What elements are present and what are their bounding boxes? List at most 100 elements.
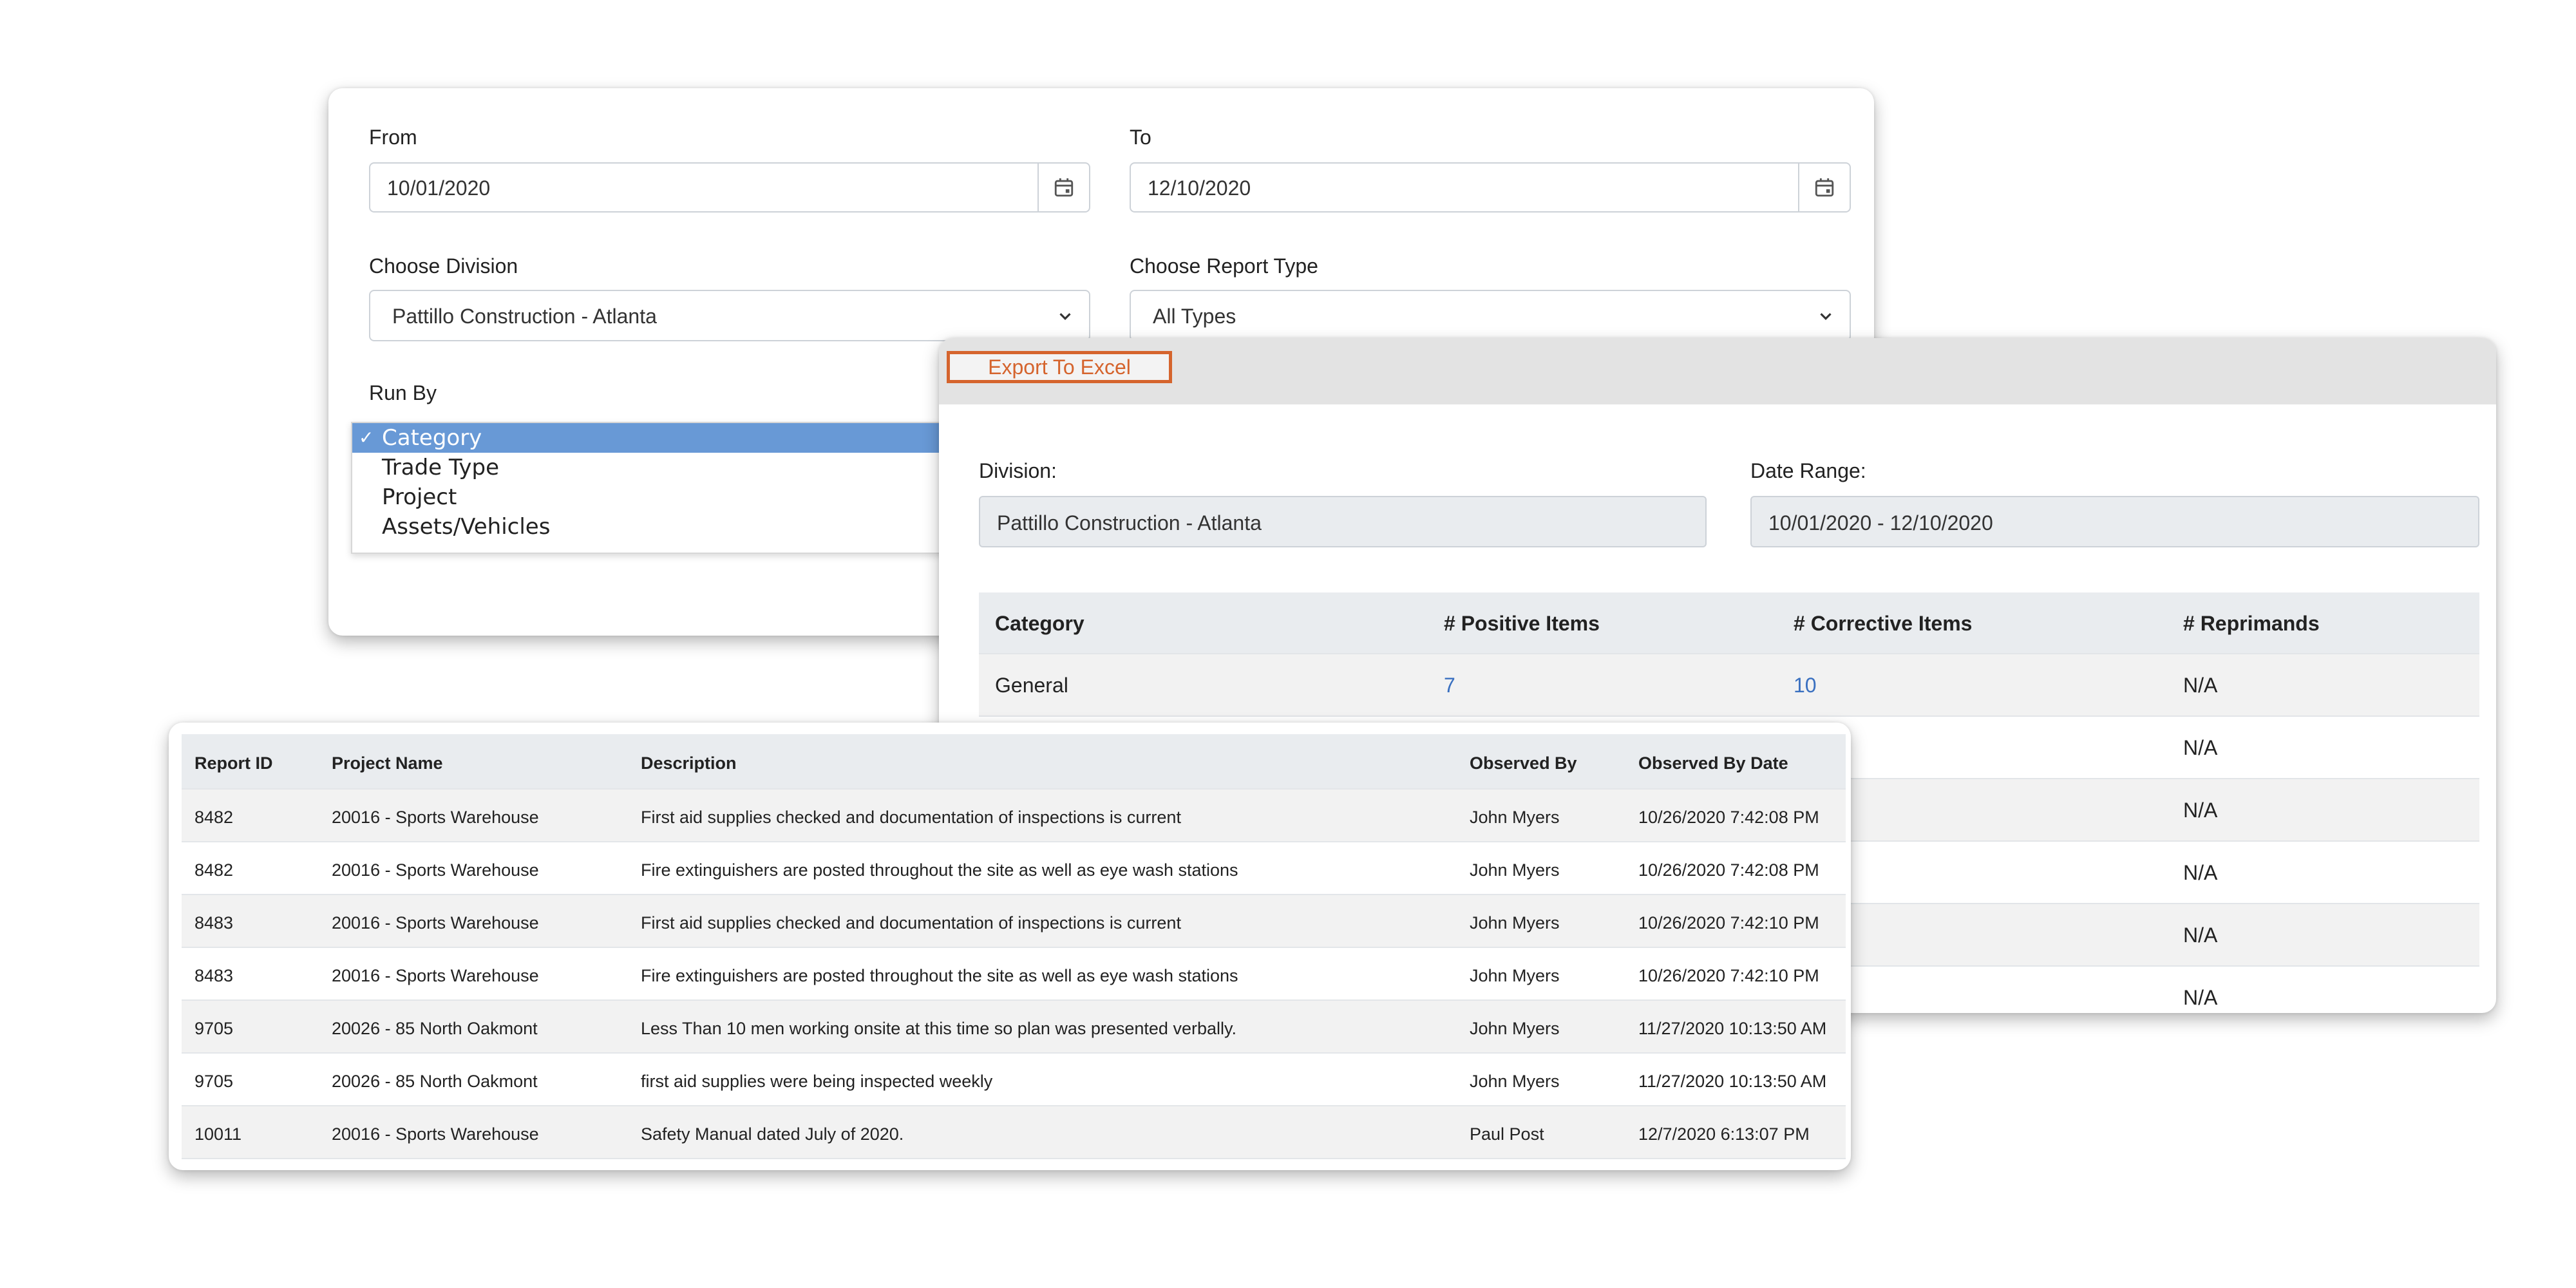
project-name-cell: 20016 - Sports Warehouse	[332, 966, 539, 985]
report-id-link[interactable]: 8483	[194, 913, 233, 933]
description-cell: first aid supplies were being inspected …	[641, 1072, 993, 1091]
observed-date-cell: 10/26/2020 7:42:10 PM	[1638, 966, 1819, 985]
description-cell: Fire extinguishers are posted throughout…	[641, 966, 1238, 985]
table-row: 8483 20016 - Sports Warehouse First aid …	[182, 895, 1846, 948]
description-cell: First aid supplies checked and documenta…	[641, 913, 1181, 933]
report-id-link[interactable]: 9705	[194, 1019, 233, 1039]
reprimands-cell: N/A	[2183, 986, 2218, 1009]
export-to-excel-button[interactable]: Export To Excel	[947, 351, 1172, 383]
table-row: 9705 20026 - 85 North Oakmont Less Than …	[182, 1001, 1846, 1054]
division-label: Choose Division	[369, 254, 518, 278]
calendar-icon	[1815, 178, 1834, 197]
corrective-items-link[interactable]: 10	[1794, 674, 1817, 697]
option-label: Assets/Vehicles	[382, 514, 551, 540]
chevron-down-icon	[1820, 313, 1832, 320]
observed-date-cell: 11/27/2020 10:13:50 AM	[1638, 1072, 1827, 1091]
observed-date-cell: 11/27/2020 10:13:50 AM	[1638, 1019, 1827, 1038]
observed-by-cell: Paul Post	[1470, 1124, 1544, 1144]
project-name-cell: 20026 - 85 North Oakmont	[332, 1019, 538, 1038]
column-header: Observed By Date	[1638, 753, 1788, 773]
project-name-cell: 20016 - Sports Warehouse	[332, 860, 539, 880]
report-id-link[interactable]: 9705	[194, 1072, 233, 1092]
table-row: 8482 20016 - Sports Warehouse First aid …	[182, 790, 1846, 842]
category-cell: General	[995, 674, 1068, 697]
report-id-link[interactable]: 8482	[194, 860, 233, 880]
positive-items-link[interactable]: 7	[1444, 674, 1455, 697]
option-label: Project	[382, 484, 457, 510]
run-by-option-trade-type[interactable]: Trade Type	[352, 453, 994, 482]
column-header: Project Name	[332, 753, 443, 773]
observed-by-cell: John Myers	[1470, 966, 1560, 985]
observation-detail-panel: Report ID Project Name Description Obser…	[169, 723, 1851, 1170]
from-date-value: 10/01/2020	[387, 176, 491, 200]
summary-division-label: Division:	[979, 459, 1057, 482]
observation-detail-table: Report ID Project Name Description Obser…	[182, 734, 1846, 1159]
summary-division-value: Pattillo Construction - Atlanta	[997, 511, 1262, 535]
reprimands-cell: N/A	[2183, 674, 2218, 697]
division-selected-value: Pattillo Construction - Atlanta	[392, 305, 657, 328]
description-cell: Fire extinguishers are posted throughout…	[641, 860, 1238, 880]
run-by-dropdown-list[interactable]: ✓ Category Trade Type Project Assets/Veh…	[351, 422, 995, 554]
run-by-label: Run By	[369, 381, 437, 404]
observed-date-cell: 10/26/2020 7:42:08 PM	[1638, 808, 1819, 827]
run-by-option-category[interactable]: ✓ Category	[352, 423, 994, 453]
report-id-link[interactable]: 8483	[194, 966, 233, 986]
description-cell: First aid supplies checked and documenta…	[641, 808, 1181, 827]
project-name-cell: 20016 - Sports Warehouse	[332, 808, 539, 827]
column-header: Observed By	[1470, 753, 1577, 773]
observed-by-cell: John Myers	[1470, 1019, 1560, 1038]
to-calendar-button[interactable]	[1798, 164, 1850, 211]
option-label: Category	[382, 425, 482, 451]
observed-date-cell: 10/26/2020 7:42:10 PM	[1638, 913, 1819, 933]
observed-date-cell: 10/26/2020 7:42:08 PM	[1638, 860, 1819, 880]
table-row: 8482 20016 - Sports Warehouse Fire extin…	[182, 842, 1846, 895]
from-date-field[interactable]: 10/01/2020	[369, 162, 1090, 213]
calendar-icon	[1054, 178, 1074, 197]
observed-by-cell: John Myers	[1470, 913, 1560, 933]
to-date-field[interactable]: 12/10/2020	[1130, 162, 1851, 213]
column-header: # Corrective Items	[1794, 612, 1973, 635]
chevron-down-icon	[1059, 313, 1071, 320]
from-calendar-button[interactable]	[1037, 164, 1089, 211]
from-label: From	[369, 126, 417, 149]
observed-by-cell: John Myers	[1470, 1072, 1560, 1091]
division-select[interactable]: Pattillo Construction - Atlanta	[369, 290, 1090, 341]
report-id-link[interactable]: 8482	[194, 808, 233, 828]
date-range-label: Date Range:	[1750, 459, 1866, 482]
project-name-cell: 20016 - Sports Warehouse	[332, 1124, 539, 1144]
column-header: Category	[995, 612, 1084, 635]
date-range-value: 10/01/2020 - 12/10/2020	[1768, 511, 1993, 535]
reprimands-cell: N/A	[2183, 923, 2218, 947]
project-name-cell: 20016 - Sports Warehouse	[332, 913, 539, 933]
description-cell: Less Than 10 men working onsite at this …	[641, 1019, 1236, 1038]
column-header: Description	[641, 753, 737, 773]
table-header-row: Category # Positive Items # Corrective I…	[979, 592, 2479, 654]
check-icon: ✓	[359, 427, 374, 448]
run-by-option-assets-vehicles[interactable]: Assets/Vehicles	[352, 512, 994, 542]
observed-by-cell: John Myers	[1470, 860, 1560, 880]
run-by-option-project[interactable]: Project	[352, 482, 994, 512]
report-type-selected-value: All Types	[1153, 305, 1236, 328]
table-header-row: Report ID Project Name Description Obser…	[182, 734, 1846, 790]
to-date-value: 12/10/2020	[1148, 176, 1251, 200]
reprimands-cell: N/A	[2183, 736, 2218, 759]
column-header: # Positive Items	[1444, 612, 1600, 635]
description-cell: Safety Manual dated July of 2020.	[641, 1124, 904, 1144]
report-type-select[interactable]: All Types	[1130, 290, 1851, 341]
option-label: Trade Type	[382, 455, 499, 480]
date-range-field: 10/01/2020 - 12/10/2020	[1750, 496, 2479, 547]
table-row: 10011 20016 - Sports Warehouse Safety Ma…	[182, 1106, 1846, 1159]
report-id-link[interactable]: 10011	[194, 1124, 242, 1144]
report-type-label: Choose Report Type	[1130, 254, 1318, 278]
table-row: 9705 20026 - 85 North Oakmont first aid …	[182, 1054, 1846, 1106]
column-header: # Reprimands	[2183, 612, 2320, 635]
summary-division-field: Pattillo Construction - Atlanta	[979, 496, 1707, 547]
report-toolbar: Export To Excel	[939, 338, 2496, 404]
table-row: General 7 10 N/A	[979, 654, 2479, 717]
table-row: 8483 20016 - Sports Warehouse Fire extin…	[182, 948, 1846, 1001]
column-header: Report ID	[194, 753, 273, 773]
to-label: To	[1130, 126, 1151, 149]
reprimands-cell: N/A	[2183, 799, 2218, 822]
reprimands-cell: N/A	[2183, 861, 2218, 884]
project-name-cell: 20026 - 85 North Oakmont	[332, 1072, 538, 1091]
